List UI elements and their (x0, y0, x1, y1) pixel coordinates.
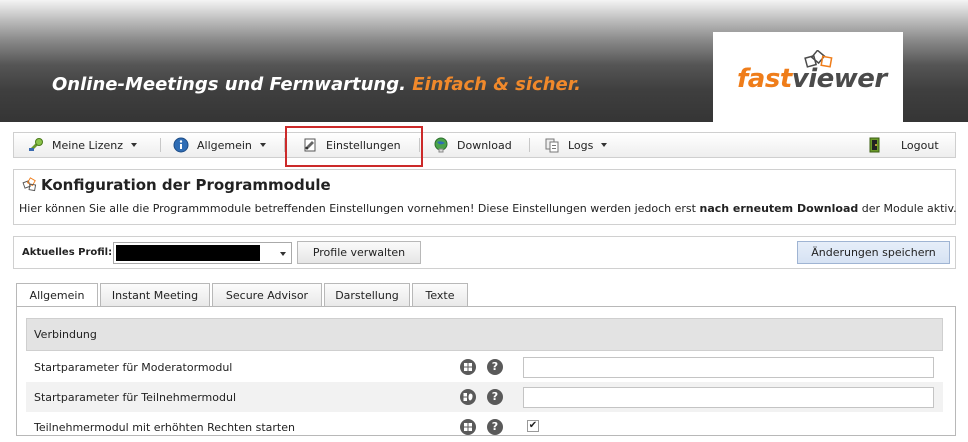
profile-bar: Aktuelles Profil: Profile verwalten Ände… (13, 236, 956, 269)
slogan-accent: Einfach & sicher. (412, 74, 581, 95)
modules-icon (22, 177, 37, 192)
participant-startparams-input[interactable] (523, 387, 934, 408)
toolbar-divider (529, 138, 530, 152)
profile-select[interactable] (113, 242, 292, 264)
tab-allgemein[interactable]: Allgemein (16, 283, 98, 307)
desc-bold: nach erneutem Download (699, 202, 859, 215)
page-title: Konfiguration der Programmodule (41, 176, 331, 194)
einstellungen-highlight-box (285, 126, 423, 167)
menu-meine-lizenz[interactable]: Meine Lizenz (28, 133, 138, 157)
profile-select-value-redacted (116, 245, 260, 261)
license-icon (29, 138, 43, 151)
setting-row: Startparameter für Moderatormodul ? (26, 352, 943, 382)
windows-icon (460, 419, 476, 435)
header-slogan: Online-Meetings und Fernwartung. Einfach… (52, 74, 581, 95)
elevated-rights-checkbox[interactable]: ✔ (527, 420, 539, 432)
logout-icon (869, 137, 880, 153)
setting-label: Startparameter für Teilnehmermodul (34, 391, 237, 404)
help-icon[interactable]: ? (487, 359, 503, 375)
moderator-startparams-input[interactable] (523, 357, 934, 378)
menu-download-label: Download (457, 138, 512, 152)
logs-icon (545, 138, 559, 153)
tab-texte[interactable]: Texte (412, 283, 468, 306)
setting-label: Startparameter für Moderatormodul (34, 361, 233, 374)
tab-darstellung[interactable]: Darstellung (324, 283, 410, 306)
section-header-verbindung: Verbindung (26, 318, 943, 351)
info-icon (173, 137, 189, 153)
menu-download[interactable]: Download (433, 133, 512, 157)
windows-icon (460, 359, 476, 375)
setting-row: Startparameter für Teilnehmermodul ? (26, 382, 943, 412)
fastviewer-logo: fastviewer (713, 32, 903, 122)
chevron-down-icon (280, 252, 286, 256)
page-description: Hier können Sie alle die Programmmodule … (19, 202, 957, 215)
menu-logout-label: Logout (901, 138, 939, 152)
menu-logs[interactable]: Logs (544, 133, 608, 157)
save-changes-button[interactable]: Änderungen speichern (797, 241, 950, 264)
menu-logout[interactable]: Logout (867, 133, 939, 157)
desc-post: der Module aktiv. (858, 202, 957, 215)
manage-profiles-button[interactable]: Profile verwalten (297, 241, 421, 264)
chevron-down-icon (601, 143, 608, 147)
windows-mac-icon (460, 389, 476, 405)
menu-allgemein-label: Allgemein (197, 138, 252, 152)
logo-fast: fast (737, 64, 792, 94)
tab-secure-advisor[interactable]: Secure Advisor (212, 283, 322, 306)
main-toolbar: Meine Lizenz Allgemein Einstellungen Dow… (13, 132, 956, 158)
menu-logs-label: Logs (568, 138, 594, 152)
chevron-down-icon (259, 143, 266, 147)
setting-label: Teilnehmermodul mit erhöhten Rechten sta… (34, 421, 295, 434)
logo-wordmark: fastviewer (737, 64, 887, 94)
app-header: Online-Meetings und Fernwartung. Einfach… (0, 0, 968, 122)
help-icon[interactable]: ? (487, 389, 503, 405)
logo-viewer: viewer (791, 64, 887, 94)
help-icon[interactable]: ? (487, 419, 503, 435)
profile-label: Aktuelles Profil: (22, 247, 113, 258)
slogan-main: Online-Meetings und Fernwartung. (52, 74, 406, 95)
menu-meine-lizenz-label: Meine Lizenz (52, 138, 124, 152)
toolbar-divider (160, 138, 161, 152)
tab-instant-meeting[interactable]: Instant Meeting (100, 283, 210, 306)
config-info-panel: Konfiguration der Programmodule Hier kön… (13, 169, 957, 225)
desc-pre: Hier können Sie alle die Programmmodule … (19, 202, 700, 215)
chevron-down-icon (131, 143, 138, 147)
download-globe-icon (434, 137, 448, 153)
menu-allgemein[interactable]: Allgemein (173, 133, 266, 157)
setting-row: Teilnehmermodul mit erhöhten Rechten sta… (26, 412, 943, 442)
